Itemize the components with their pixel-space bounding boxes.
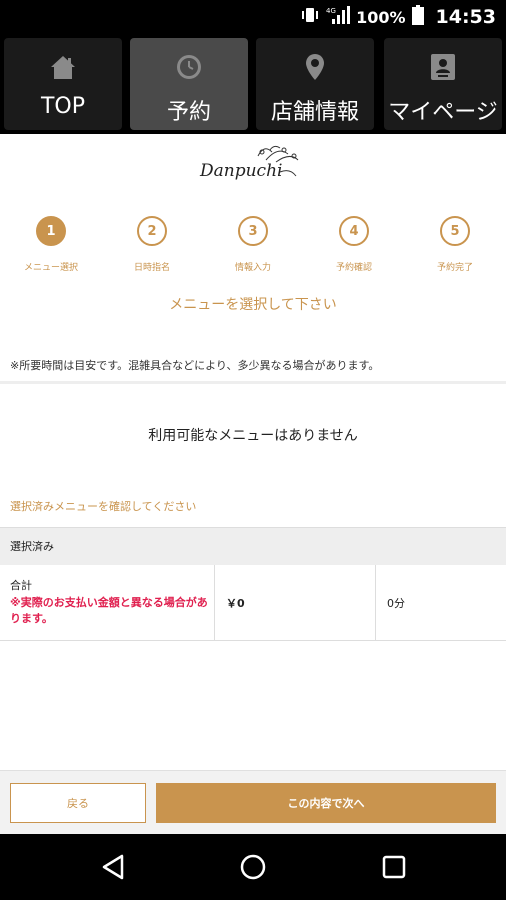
empty-menu-message: 利用可能なメニューはありません bbox=[148, 428, 358, 444]
step-label: メニュー選択 bbox=[23, 263, 78, 273]
tab-reservation-label: 予約 bbox=[166, 100, 211, 125]
selected-header: 選択済み bbox=[0, 527, 506, 565]
cell-divider bbox=[375, 565, 376, 641]
status-bar: 4G 100% 14:53 bbox=[0, 0, 506, 34]
home-circle-icon[interactable] bbox=[238, 852, 268, 882]
tab-reservation[interactable]: 予約 bbox=[130, 38, 248, 130]
status-icons: 4G 100% 14:53 bbox=[300, 0, 496, 34]
system-nav-bar bbox=[0, 834, 506, 900]
clock-icon bbox=[174, 52, 204, 82]
top-nav: TOP 予約 店舗情報 マイページ bbox=[0, 34, 506, 134]
clock-time: 14:53 bbox=[435, 6, 496, 28]
step-number: 4 bbox=[339, 216, 369, 246]
total-row: 合計 ※実際のお支払い金額と異なる場合があります。 ￥0 0分 bbox=[0, 565, 506, 641]
back-button[interactable]: 戻る bbox=[10, 783, 146, 823]
divider bbox=[0, 381, 506, 384]
payment-warning: ※実際のお支払い金額と異なる場合があります。 bbox=[10, 596, 208, 625]
back-triangle-icon[interactable] bbox=[98, 852, 128, 882]
brand-logo[interactable]: Danpuchi bbox=[198, 142, 308, 192]
step-label: 予約確認 bbox=[335, 263, 372, 273]
confirm-selection-text: 選択済みメニューを確認してください bbox=[10, 500, 197, 513]
tab-top[interactable]: TOP bbox=[4, 38, 122, 130]
map-pin-icon bbox=[300, 52, 330, 82]
step-label: 情報入力 bbox=[234, 263, 271, 273]
step-number: 1 bbox=[36, 216, 66, 246]
recents-square-icon[interactable] bbox=[379, 852, 409, 882]
step-label: 日時指名 bbox=[133, 263, 170, 273]
step-progress: 1 メニュー選択 2 日時指名 3 情報入力 4 予約確認 5 予約完了 bbox=[0, 214, 506, 280]
step-number: 5 bbox=[440, 216, 470, 246]
tab-mypage[interactable]: マイページ bbox=[384, 38, 502, 130]
profile-card-icon bbox=[428, 52, 458, 82]
step-number: 2 bbox=[137, 216, 167, 246]
total-duration: 0分 bbox=[387, 597, 405, 610]
footer-bar: 戻る この内容で次へ bbox=[0, 770, 506, 834]
step-number: 3 bbox=[238, 216, 268, 246]
cell-divider bbox=[214, 565, 215, 641]
tab-shop-info-label: 店舗情報 bbox=[270, 100, 359, 125]
duration-notice: ※所要時間は目安です。混雑具合などにより、多少異なる場合があります。 bbox=[10, 359, 380, 372]
vibrate-icon bbox=[300, 6, 320, 28]
tab-mypage-label: マイページ bbox=[388, 100, 498, 125]
home-icon bbox=[48, 52, 78, 82]
tab-shop-info[interactable]: 店舗情報 bbox=[256, 38, 374, 130]
step-label: 予約完了 bbox=[436, 263, 473, 273]
total-label: 合計 bbox=[10, 579, 32, 592]
svg-text:4G: 4G bbox=[326, 7, 336, 15]
battery-percent: 100% bbox=[356, 7, 406, 27]
battery-icon bbox=[411, 5, 424, 29]
next-button[interactable]: この内容で次へ bbox=[156, 783, 496, 823]
signal-icon: 4G bbox=[326, 5, 351, 29]
svg-text:Danpuchi: Danpuchi bbox=[199, 161, 282, 181]
total-price: ￥0 bbox=[226, 597, 245, 610]
tab-top-label: TOP bbox=[40, 94, 86, 119]
total-label-cell: 合計 ※実際のお支払い金額と異なる場合があります。 bbox=[10, 577, 210, 627]
page-title: メニューを選択して下さい bbox=[169, 297, 337, 313]
